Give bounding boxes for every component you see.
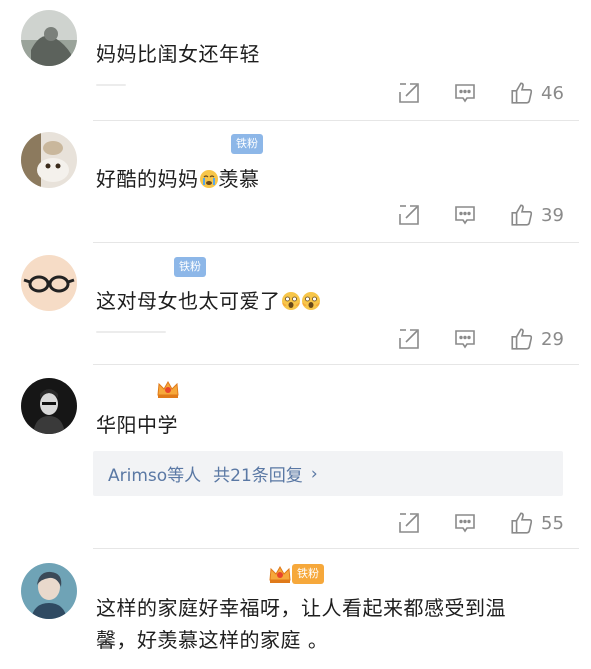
reply-summary[interactable]: Arimso等人 共21条回复 ›	[93, 451, 563, 496]
share-icon	[399, 329, 419, 349]
fan-badge: 铁粉	[231, 134, 263, 154]
fan-badge: 铁粉	[292, 564, 324, 584]
comment-actions: 55	[0, 508, 591, 538]
crown-icon	[269, 565, 291, 583]
like-button[interactable]: 46	[509, 78, 564, 108]
screaming-emoji-icon	[301, 292, 320, 310]
comment-icon	[455, 514, 475, 533]
comment-button[interactable]	[453, 200, 477, 230]
like-count: 39	[541, 204, 564, 226]
comment-text-part: 羡慕	[218, 167, 260, 191]
comment-text-part: 好酷的妈妈	[96, 167, 199, 191]
crying-emoji-icon	[199, 170, 218, 188]
share-icon	[399, 205, 419, 225]
comment-text: 好酷的妈妈 羡慕	[96, 163, 260, 195]
comment-icon	[455, 330, 475, 349]
avatar[interactable]	[21, 132, 77, 188]
like-button[interactable]: 39	[509, 200, 564, 230]
share-button[interactable]	[397, 324, 421, 354]
divider	[93, 364, 579, 365]
share-button[interactable]	[397, 508, 421, 538]
like-icon	[511, 328, 533, 350]
like-count: 46	[541, 82, 564, 104]
like-count: 29	[541, 328, 564, 350]
divider	[93, 120, 579, 121]
like-button[interactable]: 55	[509, 508, 564, 538]
like-button[interactable]: 29	[509, 324, 564, 354]
share-button[interactable]	[397, 78, 421, 108]
comment-button[interactable]	[453, 324, 477, 354]
crown-icon	[157, 380, 179, 398]
avatar[interactable]	[21, 563, 77, 619]
comment-text-part: 这对母女也太可爱了	[96, 289, 281, 313]
screaming-emoji-icon	[281, 292, 300, 310]
share-button[interactable]	[397, 200, 421, 230]
like-icon	[511, 512, 533, 534]
like-count: 55	[541, 512, 564, 534]
comment-icon	[455, 206, 475, 225]
comment-actions: 46	[0, 78, 591, 108]
share-icon	[399, 83, 419, 103]
username-placeholder[interactable]	[96, 16, 206, 18]
fan-badge: 铁粉	[174, 257, 206, 277]
avatar[interactable]	[21, 378, 77, 434]
comment-text: 妈妈比闺女还年轻	[96, 42, 260, 66]
share-icon	[399, 513, 419, 533]
divider	[93, 242, 579, 243]
avatar[interactable]	[21, 10, 77, 66]
comment-actions: 29	[0, 324, 591, 354]
comment-text-line: 这样的家庭好幸福呀，让人看起来都感受到温	[96, 596, 506, 620]
reply-count: 共21条回复	[213, 466, 303, 486]
comment-text: 这对母女也太可爱了	[96, 285, 321, 317]
like-icon	[511, 82, 533, 104]
reply-users: Arimso等人	[108, 466, 202, 486]
avatar[interactable]	[21, 255, 77, 311]
comment-button[interactable]	[453, 78, 477, 108]
comment-button[interactable]	[453, 508, 477, 538]
divider	[93, 548, 579, 549]
like-icon	[511, 204, 533, 226]
comment-text: 这样的家庭好幸福呀，让人看起来都感受到温 馨，好羡慕这样的家庭 。	[96, 592, 506, 656]
chevron-right-icon: ›	[310, 463, 318, 484]
comment-actions: 39	[0, 200, 591, 230]
comment-text: 华阳中学	[96, 413, 178, 437]
comment-text-line: 馨，好羡慕这样的家庭 。	[96, 628, 329, 652]
comment-icon	[455, 84, 475, 103]
